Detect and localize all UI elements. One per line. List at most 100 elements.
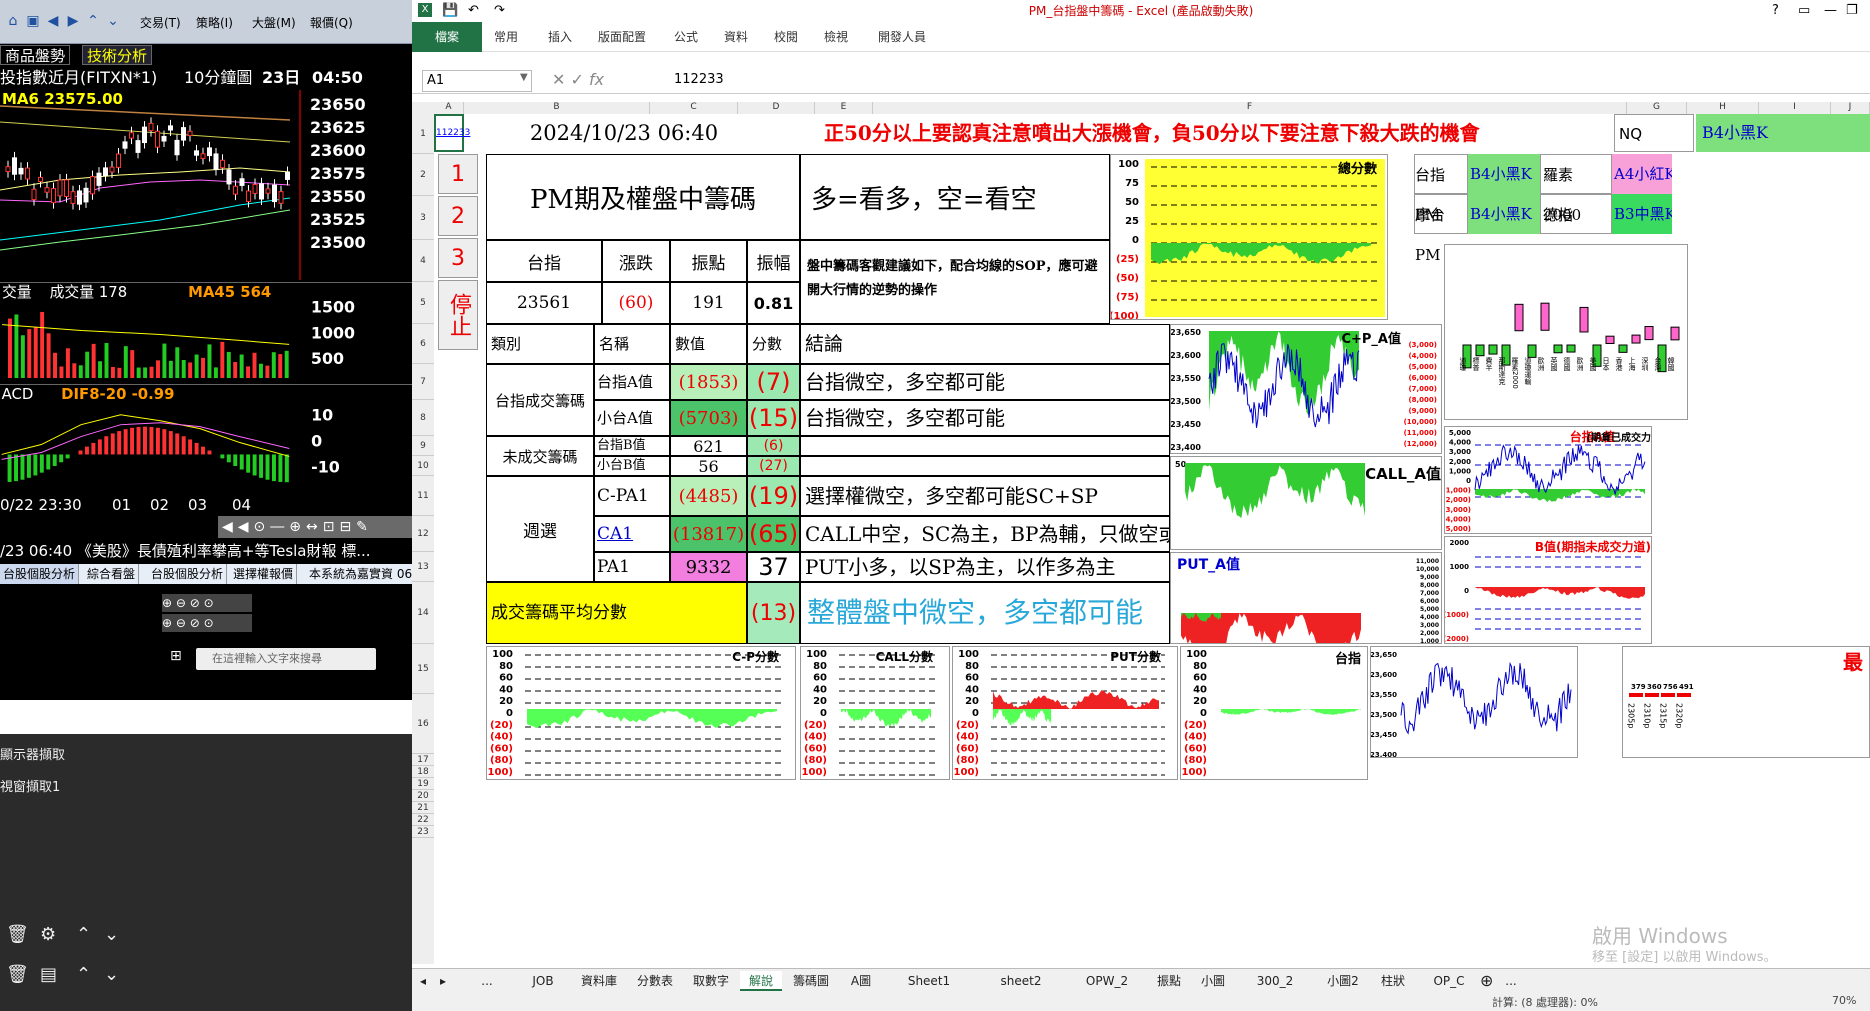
column-header[interactable]: F xyxy=(873,102,1627,114)
row-header[interactable]: 16 xyxy=(412,694,434,754)
sheet-tab[interactable]: JOB xyxy=(516,971,570,991)
name-box[interactable]: A1 xyxy=(422,70,532,92)
row-header[interactable]: 20 xyxy=(412,790,434,802)
worksheet-grid[interactable]: 112233 2024/10/23 06:40 正50分以上要認真注意噴出大漲機… xyxy=(434,114,1870,964)
ribbon-tab-data[interactable]: 資料 xyxy=(724,28,748,45)
row-header[interactable]: 23 xyxy=(412,826,434,838)
row-header[interactable]: 22 xyxy=(412,814,434,826)
column-header[interactable]: E xyxy=(815,102,873,114)
windows-start-icon[interactable]: ⊞ xyxy=(170,648,182,664)
back-icon[interactable]: ◀ xyxy=(44,12,62,30)
forward-icon[interactable]: ▶ xyxy=(64,12,82,30)
minimize-icon[interactable]: — xyxy=(1824,0,1837,22)
chevron-up-icon[interactable]: ⌃ xyxy=(76,964,91,985)
ribbon-tab-review[interactable]: 校閱 xyxy=(774,28,798,45)
menu-strategy[interactable]: 策略(I) xyxy=(196,14,233,31)
sheet-tab[interactable]: Sheet1 xyxy=(884,971,974,991)
row-header[interactable]: 9 xyxy=(412,436,434,456)
cell-a1-link[interactable]: 112233 xyxy=(434,114,470,152)
row-header[interactable]: 3 xyxy=(412,196,434,240)
news-tab[interactable]: 選擇權報價 xyxy=(230,564,298,584)
sheet-tab[interactable]: 解說 xyxy=(740,971,782,991)
row-header[interactable]: 1 xyxy=(412,114,434,154)
column-header[interactable]: J xyxy=(1831,102,1870,114)
news-tab[interactable]: 本系統為嘉實資 06 xyxy=(306,564,417,584)
row-header[interactable]: 14 xyxy=(412,582,434,644)
column-header[interactable]: G xyxy=(1627,102,1687,114)
window-icon[interactable]: ▣ xyxy=(24,12,42,30)
chart-score-small[interactable]: 100806040200(20)(40)(60)(80)(100) C-P分數 xyxy=(486,646,796,780)
trash-icon[interactable]: 🗑 xyxy=(6,924,29,945)
ribbon-tab-insert[interactable]: 插入 xyxy=(548,28,572,45)
taskbar-search-input[interactable]: 在這裡輸入文字來搜尋 xyxy=(196,648,376,670)
scroll-right-icon[interactable]: ▸ xyxy=(440,971,446,991)
home-icon[interactable]: ⌂ xyxy=(4,12,22,30)
sheet-tab[interactable]: 分數表 xyxy=(628,971,682,991)
row-header[interactable]: 13 xyxy=(412,552,434,582)
ribbon-tab-home[interactable]: 常用 xyxy=(494,28,518,45)
up-icon[interactable]: ⌃ xyxy=(84,12,102,30)
row-header[interactable]: 8 xyxy=(412,400,434,436)
mini-toolbar-1[interactable]: ⊕ ⊖ ⊘ ⊙ xyxy=(162,594,252,612)
sheet-tab[interactable]: OP_C xyxy=(1416,971,1482,991)
sheet-tab[interactable]: 小圖2 xyxy=(1316,971,1370,991)
ribbon-tab-developer[interactable]: 開發人員 xyxy=(878,28,926,45)
sheet-tab[interactable]: ... xyxy=(460,971,514,991)
chart-scrollbar[interactable]: ◀◀⊙―⊕↔⊡⊟✎ xyxy=(218,516,412,538)
row-header[interactable]: 11 xyxy=(412,476,434,516)
row-header[interactable]: 18 xyxy=(412,766,434,778)
button-2[interactable]: 2 xyxy=(438,196,478,236)
capture-item[interactable]: 顯示器擷取 xyxy=(0,744,65,763)
scroll-left-icon[interactable]: ◂ xyxy=(420,971,426,991)
ribbon-tab-file[interactable]: 檔案 xyxy=(412,22,482,52)
chevron-up-icon[interactable]: ⌃ xyxy=(76,924,91,945)
menu-quote[interactable]: 報價(Q) xyxy=(310,14,353,31)
row-header[interactable]: 2 xyxy=(412,154,434,196)
help-icon[interactable]: ? xyxy=(1772,0,1779,22)
chart-cp-a[interactable]: 23,650 23,600 23,550 23,500 23,450 23,400 (3,0… xyxy=(1170,324,1442,454)
column-header[interactable]: C xyxy=(650,102,738,114)
row-name-link[interactable]: CA1 xyxy=(594,516,670,552)
row-header[interactable]: 5 xyxy=(412,282,434,324)
column-header[interactable]: H xyxy=(1687,102,1759,114)
sheet-tab[interactable]: 小圖 xyxy=(1192,971,1234,991)
row-header[interactable]: 4 xyxy=(412,240,434,282)
row-header[interactable]: 17 xyxy=(412,754,434,766)
chart-world-indices[interactable]: 道瓊 標普 費半 那斯達克 羅素2000 道瓊運輸 歐洲 英國 德國 歐洲 美國 日本 香港 上海 深圳 台灣… xyxy=(1444,244,1688,420)
trash-icon[interactable]: 🗑 xyxy=(6,964,29,985)
name-box-dropdown-icon[interactable]: ▼ xyxy=(520,72,528,83)
sheet-tab[interactable]: 取數字 xyxy=(684,971,738,991)
news-tab[interactable]: 台股個股分析 xyxy=(0,564,80,584)
chart-put-a[interactable]: PUT_A值 11,00010,0009,0008,0007,0006,0005,… xyxy=(1170,552,1442,644)
button-3[interactable]: 3 xyxy=(438,238,478,278)
news-ticker[interactable]: /23 06:40 《美股》長債殖利率攀高+等Tesla財報 標... xyxy=(0,540,412,562)
row-header[interactable]: 19 xyxy=(412,778,434,790)
mini-toolbar-2[interactable]: ⊕ ⊖ ⊘ ⊙ xyxy=(162,614,252,632)
sheet-tab[interactable]: 籌碼圖 xyxy=(784,971,838,991)
restore-icon[interactable]: ❐ xyxy=(1846,0,1858,22)
row-header[interactable]: 7 xyxy=(412,364,434,400)
row-header[interactable]: 21 xyxy=(412,802,434,814)
chart-index-a[interactable]: 5,000 4,0003,000 2,0001,000 0 (1,000)(2,000)… xyxy=(1444,426,1652,534)
ribbon-tab-layout[interactable]: 版面配置 xyxy=(598,28,646,45)
zoom-level[interactable]: 70% xyxy=(1832,994,1856,1007)
ribbon-options-icon[interactable]: ▭ xyxy=(1798,0,1810,22)
capture-item[interactable]: 視窗擷取1 xyxy=(0,776,60,795)
sheet-tab[interactable]: OPW_2 xyxy=(1068,971,1146,991)
column-header[interactable]: B xyxy=(464,102,650,114)
button-1[interactable]: 1 xyxy=(438,154,478,194)
ribbon-tab-formulas[interactable]: 公式 xyxy=(674,28,698,45)
sheet-tab[interactable]: sheet2 xyxy=(976,971,1066,991)
sheet-tab[interactable]: 300_2 xyxy=(1236,971,1314,991)
sheet-tab[interactable]: 柱狀 xyxy=(1372,971,1414,991)
stop-button[interactable]: 停止 xyxy=(438,280,478,350)
ribbon-tab-view[interactable]: 檢視 xyxy=(824,28,848,45)
chart-b-value[interactable]: 2000 1000 0 (1000) (2000) B值(期指未成交力道) xyxy=(1444,536,1652,644)
chart-total-score[interactable]: 100 75 50 25 0 (25) (50) (75) (100) 總分數 xyxy=(1110,154,1388,320)
row-header[interactable]: 12 xyxy=(412,516,434,552)
chart-score-small[interactable]: 100806040200(20)(40)(60)(80)(100) PUT分數 xyxy=(952,646,1178,780)
news-tab[interactable]: 綜合看盤 xyxy=(84,564,140,584)
menu-trade[interactable]: 交易(T) xyxy=(140,14,181,31)
sheet-tab[interactable]: 資料庫 xyxy=(572,971,626,991)
news-tab[interactable]: 台股個股分析 xyxy=(148,564,228,584)
